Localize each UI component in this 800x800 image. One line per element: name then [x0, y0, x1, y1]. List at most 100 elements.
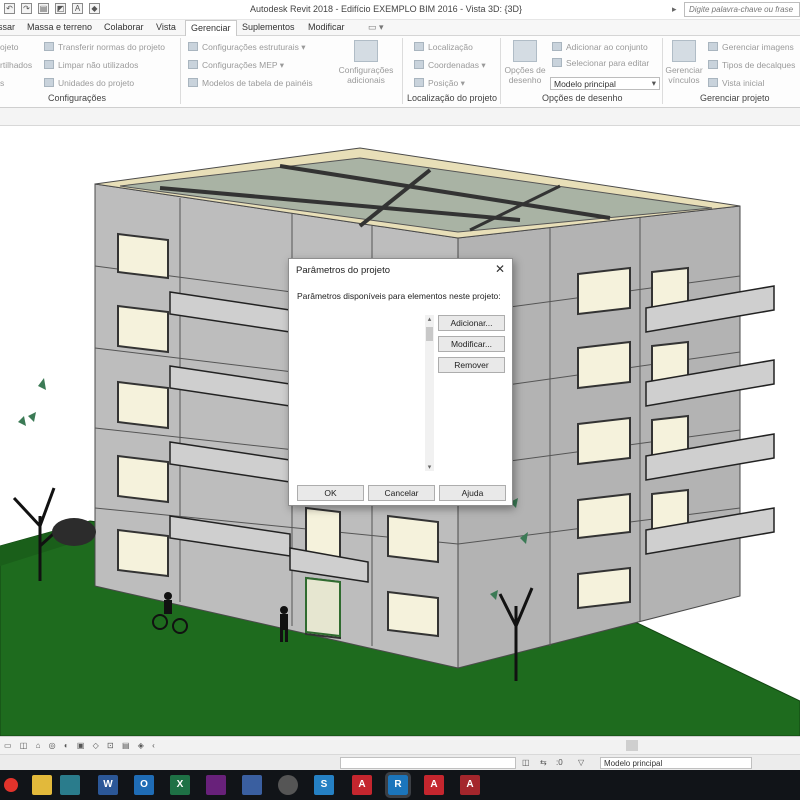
tab-colaborar[interactable]: Colaborar — [104, 22, 144, 32]
search-input[interactable]: Digite palavra-chave ou frase — [684, 2, 800, 17]
start-icon[interactable] — [4, 778, 18, 792]
position-icon — [414, 78, 424, 87]
gallery-icon[interactable] — [278, 775, 298, 795]
worksharing-icon[interactable]: ⇆ — [540, 758, 547, 767]
add-button[interactable]: Adicionar... — [438, 315, 505, 331]
ok-button[interactable]: OK — [297, 485, 364, 501]
design-option-status-field[interactable]: Modelo principal — [600, 757, 752, 769]
design-options-button[interactable]: Opções de desenho — [495, 40, 555, 85]
status-bar: ◫ ⇆ :0 ▽ Modelo principal — [0, 754, 800, 770]
decal-types-button[interactable]: Tipos de decalques — [708, 60, 795, 70]
editable-only-icon[interactable]: ◫ — [522, 758, 530, 767]
additional-settings-button[interactable]: Configurações adicionais — [336, 40, 396, 85]
search-arrow-icon[interactable]: ▸ — [672, 4, 677, 15]
cancel-button[interactable]: Cancelar — [368, 485, 435, 501]
excel-icon[interactable]: X — [170, 775, 190, 795]
tab-massa-terreno[interactable]: Massa e terreno — [27, 22, 92, 32]
visual-studio-icon[interactable] — [206, 775, 226, 795]
pick-to-edit-button[interactable]: Selecionar para editar — [552, 58, 649, 68]
windows-taskbar: W O X S A R A A — [0, 770, 800, 800]
group-label-gerenciar-projeto: Gerenciar projeto — [700, 93, 770, 103]
manage-links-icon — [672, 40, 696, 62]
undo-icon[interactable]: ↶ — [4, 3, 15, 14]
photos-icon[interactable] — [242, 775, 262, 795]
location-button[interactable]: Localização — [414, 42, 473, 52]
transfer-standards-button[interactable]: Transferir normas do projeto — [44, 42, 165, 52]
parameters-list[interactable]: ▴ ▾ — [297, 315, 434, 471]
ribbon-item-left-1[interactable]: ojeto — [0, 42, 18, 52]
tab-vista[interactable]: Vista — [156, 22, 176, 32]
mep-settings-button[interactable]: Configurações MEP ▾ — [188, 60, 284, 71]
text-icon[interactable]: A — [72, 3, 83, 14]
dialog-description: Parâmetros disponíveis para elementos ne… — [297, 291, 501, 301]
ribbon-item-left-3[interactable]: s — [0, 78, 4, 88]
autocad-icon[interactable]: A — [352, 775, 372, 795]
autocad-m-icon[interactable]: A — [424, 775, 444, 795]
ribbon-separator — [402, 38, 403, 104]
add-to-set-button[interactable]: Adicionar ao conjunto — [552, 42, 648, 52]
tab-suplementos[interactable]: Suplementos — [242, 22, 295, 32]
close-icon[interactable]: ✕ — [495, 262, 505, 276]
dialog-title: Parâmetros do projeto — [296, 265, 390, 276]
manage-links-button[interactable]: Gerenciar vínculos — [654, 40, 714, 85]
units-icon — [44, 78, 54, 87]
purge-unused-button[interactable]: Limpar não utilizados — [44, 60, 138, 70]
outlook-icon[interactable]: O — [134, 775, 154, 795]
group-label-opcoes-desenho: Opções de desenho — [542, 93, 623, 103]
title-bar: ↶ ↷ ▤ ◩ A ◆ Autodesk Revit 2018 - Edifíc… — [0, 0, 800, 20]
options-bar — [0, 108, 800, 126]
position-button[interactable]: Posição ▾ — [414, 78, 465, 89]
print-icon[interactable]: ▤ — [38, 3, 49, 14]
remove-button[interactable]: Remover — [438, 357, 505, 373]
design-option-dropdown[interactable]: Modelo principal — [550, 77, 660, 90]
revit-icon[interactable]: R — [385, 772, 411, 798]
tab-options-icon[interactable]: ▭ ▾ — [368, 22, 384, 33]
parameters-list-scrollbar[interactable]: ▴ ▾ — [425, 315, 434, 471]
app-s-icon[interactable]: S — [314, 775, 334, 795]
project-parameters-dialog: Parâmetros do projeto ✕ Parâmetros dispo… — [288, 258, 513, 506]
add-to-set-icon — [552, 42, 562, 51]
manage-images-button[interactable]: Gerenciar imagens — [708, 42, 794, 52]
app-icon[interactable] — [60, 775, 80, 795]
help-button[interactable]: Ajuda — [439, 485, 506, 501]
chevron-up-icon[interactable]: ▴ — [425, 315, 434, 323]
pick-to-edit-icon — [552, 58, 562, 67]
filter-icon[interactable]: ▽ — [578, 758, 584, 767]
workset-field[interactable] — [340, 757, 516, 769]
view-control-icons[interactable]: ▭ ◫ ⌂ ◎ ◐ ▣ ◇ ⊡ ▤ ◈ ‹ — [4, 741, 158, 750]
design-options-icon — [513, 40, 537, 62]
project-units-button[interactable]: Unidades do projeto — [44, 78, 134, 88]
panel-schedule-button[interactable]: Modelos de tabela de painéis — [188, 78, 313, 88]
window-title: Autodesk Revit 2018 - Edifício EXEMPLO B… — [250, 4, 522, 14]
structural-settings-button[interactable]: Configurações estruturais ▾ — [188, 42, 306, 53]
redo-icon[interactable]: ↷ — [21, 3, 32, 14]
structural-icon — [188, 42, 198, 51]
3d-view-icon[interactable]: ◆ — [89, 3, 100, 14]
starting-view-icon — [708, 78, 718, 87]
tab-gerenciar[interactable]: Gerenciar — [185, 20, 237, 37]
autocad-g-icon[interactable]: A — [460, 775, 480, 795]
decal-icon — [708, 60, 718, 69]
revit-window: ↶ ↷ ▤ ◩ A ◆ Autodesk Revit 2018 - Edifíc… — [0, 0, 800, 800]
purge-icon — [44, 60, 54, 69]
coordinates-button[interactable]: Coordenadas ▾ — [414, 60, 486, 71]
scroll-thumb[interactable] — [426, 327, 433, 341]
horizontal-scroll-thumb[interactable] — [626, 740, 638, 751]
tab-construir[interactable]: ssar — [0, 22, 15, 32]
ribbon-panel: ojeto rtilhados s Transferir normas do p… — [0, 36, 800, 108]
modify-button[interactable]: Modificar... — [438, 336, 505, 352]
quick-access-toolbar: ↶ ↷ ▤ ◩ A ◆ — [4, 3, 100, 14]
wrench-icon — [354, 40, 378, 62]
ribbon-item-left-2[interactable]: rtilhados — [0, 60, 32, 70]
group-label-configuracoes: Configurações — [48, 93, 107, 103]
group-label-localizacao: Localização do projeto — [407, 93, 498, 103]
starting-view-button[interactable]: Vista inicial — [708, 78, 764, 88]
file-explorer-icon[interactable] — [32, 775, 52, 795]
mep-icon — [188, 60, 198, 69]
tab-modificar[interactable]: Modificar — [308, 22, 345, 32]
car — [52, 518, 96, 546]
ribbon-tabs: ssar Massa e terreno Colaborar Vista Ger… — [0, 20, 800, 37]
word-icon[interactable]: W — [98, 775, 118, 795]
measure-icon[interactable]: ◩ — [55, 3, 66, 14]
chevron-down-icon[interactable]: ▾ — [425, 463, 434, 471]
